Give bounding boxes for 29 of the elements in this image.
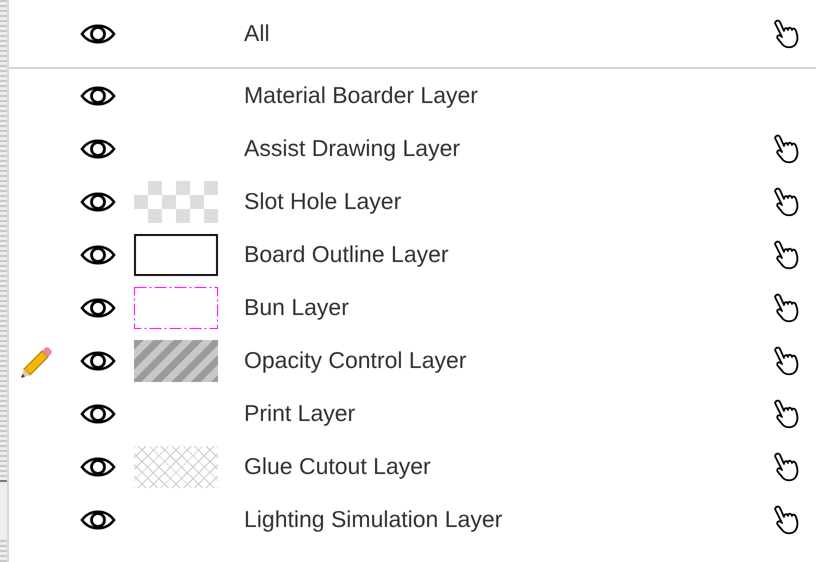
layer-label: All <box>244 20 271 47</box>
hand-pointer-icon[interactable] <box>772 452 800 482</box>
layer-label: Opacity Control Layer <box>244 347 468 374</box>
hand-pointer-icon[interactable] <box>772 186 800 216</box>
eye-icon[interactable] <box>80 84 116 108</box>
hand-pointer-icon[interactable] <box>772 292 800 322</box>
eye-icon[interactable] <box>80 242 116 266</box>
layer-label: Assist Drawing Layer <box>244 135 462 162</box>
hand-pointer-icon[interactable] <box>772 240 800 270</box>
hand-pointer-icon[interactable] <box>772 346 800 376</box>
layer-label: Bun Layer <box>244 294 350 321</box>
eye-icon[interactable] <box>80 190 116 214</box>
eye-icon[interactable] <box>80 508 116 532</box>
eye-icon[interactable] <box>80 348 116 372</box>
layer-label: Glue Cutout Layer <box>244 453 432 480</box>
eye-icon[interactable] <box>80 296 116 320</box>
hand-pointer-icon[interactable] <box>772 134 800 164</box>
layer-label: Lighting Simulation Layer <box>244 506 504 533</box>
eye-icon[interactable] <box>80 454 116 478</box>
eye-icon[interactable] <box>80 402 116 426</box>
layer-label: Board Outline Layer <box>244 241 450 268</box>
layer-label: Print Layer <box>244 400 356 427</box>
hand-pointer-icon[interactable] <box>772 398 800 428</box>
hand-pointer-icon[interactable] <box>772 504 800 534</box>
eye-icon[interactable] <box>80 22 116 46</box>
hand-pointer-icon[interactable] <box>772 18 800 48</box>
eye-icon[interactable] <box>80 136 116 160</box>
layer-label: Material Boarder Layer <box>244 82 479 109</box>
layer-label: Slot Hole Layer <box>244 188 402 215</box>
